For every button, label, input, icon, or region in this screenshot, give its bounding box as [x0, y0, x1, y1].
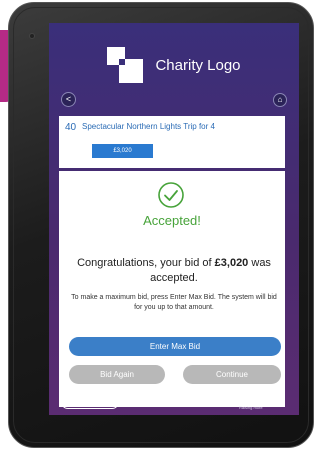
- congratulations-message: Congratulations, your bid of £3,020 was …: [69, 256, 279, 286]
- continue-button[interactable]: Continue: [183, 365, 281, 384]
- app-screen: Charity Logo < ⌂ 40 Spectacular Northern…: [49, 23, 299, 415]
- congratulations-prefix: Congratulations, your bid of: [77, 257, 215, 269]
- lot-title[interactable]: Spectacular Northern Lights Trip for 4: [82, 122, 215, 131]
- bid-confirmation-card: Accepted! Congratulations, your bid of £…: [59, 171, 285, 407]
- back-button[interactable]: <: [61, 92, 76, 107]
- lot-price-badge: £3,020: [92, 144, 153, 158]
- enter-max-bid-button[interactable]: Enter Max Bid: [69, 337, 281, 356]
- check-circle-icon: [158, 182, 184, 208]
- givergy-logo: givergy Raising more: [215, 389, 293, 413]
- givergy-logo-text: givergy: [229, 389, 279, 405]
- tablet-device: Charity Logo < ⌂ 40 Spectacular Northern…: [8, 2, 314, 448]
- givergy-tagline: Raising more: [239, 405, 263, 410]
- charity-logo: Charity Logo: [49, 45, 299, 85]
- max-bid-info: To make a maximum bid, press Enter Max B…: [71, 294, 277, 311]
- camera-icon: [29, 33, 35, 39]
- givergy-logo-icon: [215, 391, 227, 405]
- my-bids-button[interactable]: My Bids: [61, 395, 119, 409]
- charity-logo-icon: [107, 47, 144, 83]
- lot-card[interactable]: 40 Spectacular Northern Lights Trip for …: [59, 116, 285, 168]
- lot-number: 40: [65, 122, 77, 133]
- charity-logo-text: Charity Logo: [155, 56, 241, 74]
- accepted-heading: Accepted!: [143, 213, 201, 228]
- bid-again-button[interactable]: Bid Again: [69, 365, 165, 384]
- home-icon[interactable]: ⌂: [273, 93, 287, 107]
- bid-amount: £3,020: [214, 257, 249, 269]
